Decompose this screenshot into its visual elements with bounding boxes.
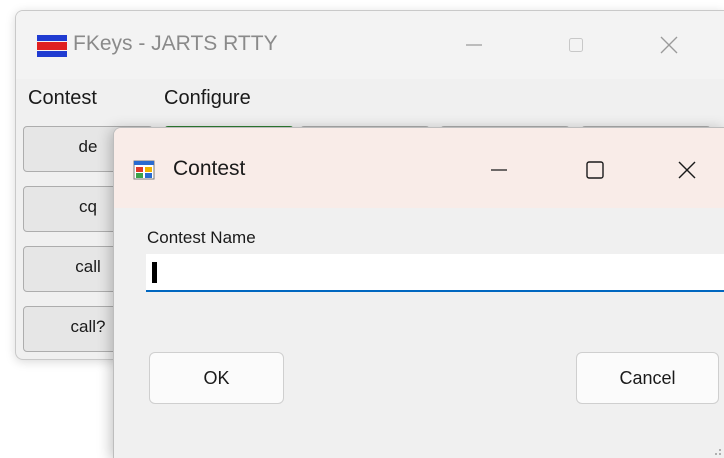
main-titlebar[interactable]: FKeys - JARTS RTTY <box>16 11 724 79</box>
app-flag-icon <box>37 35 67 57</box>
ok-button[interactable]: OK <box>149 352 284 404</box>
main-window-title: FKeys - JARTS RTTY <box>73 32 278 55</box>
maximize-icon <box>569 38 583 52</box>
text-caret <box>152 262 157 283</box>
contest-name-input[interactable] <box>146 254 724 292</box>
maximize-icon <box>586 161 604 179</box>
window-form-icon <box>133 160 155 180</box>
menu-configure[interactable]: Configure <box>164 87 251 110</box>
dialog-close-button[interactable] <box>664 148 710 192</box>
contest-dialog: Contest Contest Name OK Cancel <box>113 127 724 458</box>
cancel-button[interactable]: Cancel <box>576 352 719 404</box>
dialog-title: Contest <box>173 157 246 180</box>
resize-grip-icon[interactable] <box>710 444 722 456</box>
minimize-icon <box>466 44 482 46</box>
dialog-maximize-button[interactable] <box>572 148 618 192</box>
close-icon <box>678 161 696 179</box>
dialog-titlebar[interactable]: Contest <box>114 128 724 208</box>
dialog-minimize-button[interactable] <box>476 148 522 192</box>
main-maximize-button[interactable] <box>553 25 599 65</box>
menubar <box>16 79 724 125</box>
main-minimize-button[interactable] <box>451 25 497 65</box>
main-close-button[interactable] <box>646 25 692 65</box>
menu-contest[interactable]: Contest <box>28 87 97 110</box>
close-icon <box>660 36 678 54</box>
minimize-icon <box>491 169 507 171</box>
contest-name-label: Contest Name <box>147 228 256 247</box>
